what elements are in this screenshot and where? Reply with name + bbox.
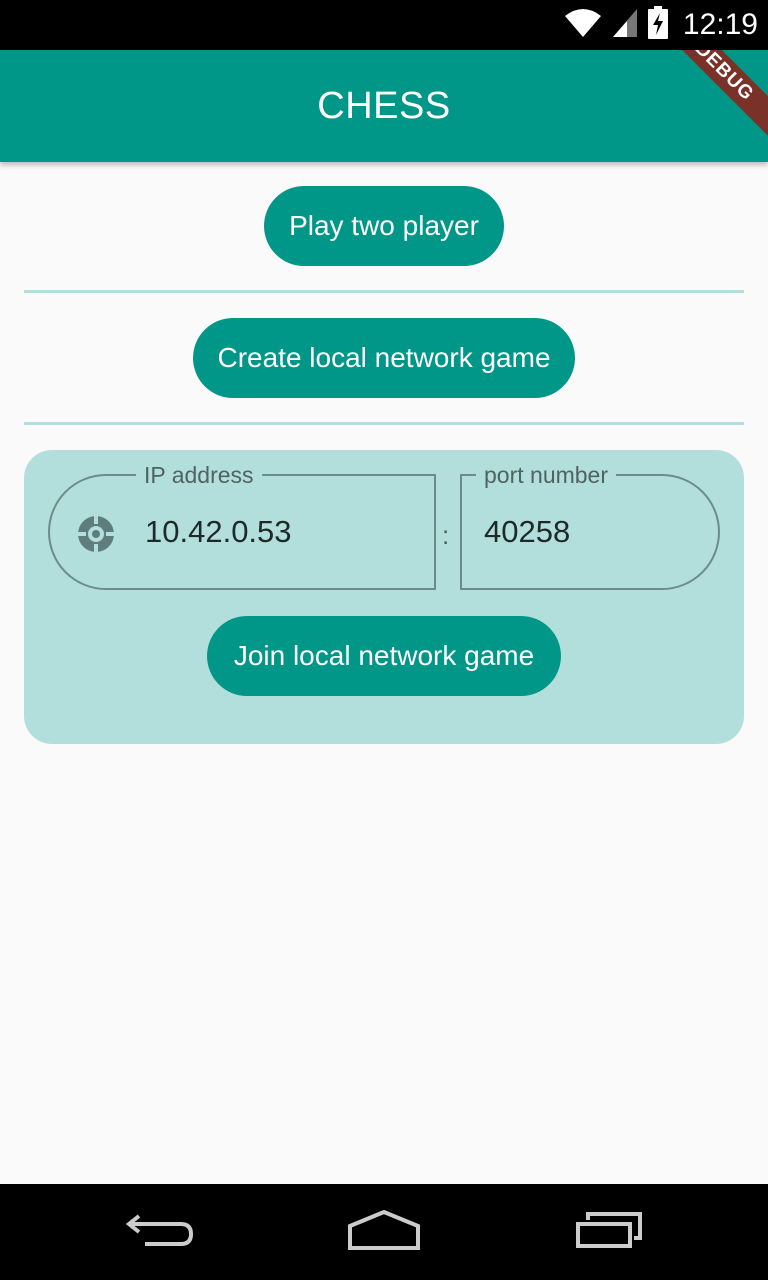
ip-address-label: IP address — [136, 462, 262, 488]
play-two-player-button[interactable]: Play two player — [264, 186, 504, 266]
home-button[interactable] — [324, 1184, 444, 1280]
home-icon — [346, 1209, 422, 1255]
gear-icon — [76, 514, 116, 554]
navigation-bar — [0, 1184, 768, 1280]
back-icon — [125, 1210, 195, 1255]
app-title: CHESS — [317, 85, 451, 127]
wifi-icon — [563, 7, 603, 44]
ip-port-separator: : — [442, 520, 450, 550]
status-bar: 12:19 — [0, 0, 768, 50]
ip-address-input[interactable]: 10.42.0.53 — [145, 512, 292, 552]
network-panel: IP address 10.42.0.53 : port number 4025… — [24, 450, 744, 744]
create-network-game-button[interactable]: Create local network game — [193, 318, 575, 398]
join-network-game-button[interactable]: Join local network game — [207, 616, 561, 696]
port-number-field[interactable]: port number 40258 — [460, 462, 720, 590]
status-time: 12:19 — [682, 8, 758, 41]
recents-icon — [574, 1210, 646, 1255]
app-bar: CHESS DEBUG — [0, 50, 768, 162]
divider — [24, 290, 744, 293]
battery-charging-icon — [647, 5, 669, 45]
port-number-input[interactable]: 40258 — [484, 512, 570, 552]
recents-button[interactable] — [550, 1184, 670, 1280]
ip-address-field[interactable]: IP address 10.42.0.53 — [48, 462, 436, 590]
status-icons: 12:19 — [563, 0, 758, 50]
port-number-label: port number — [476, 462, 617, 488]
divider — [24, 422, 744, 425]
back-button[interactable] — [100, 1184, 220, 1280]
signal-icon — [611, 7, 639, 44]
